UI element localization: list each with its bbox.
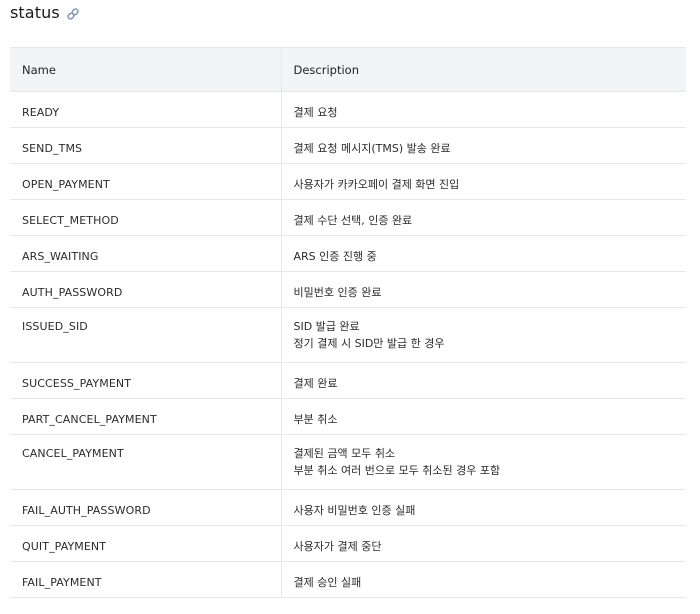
status-table-container: Name Description READY 결제 요청 SEND_TMS 결제 요청… xyxy=(10,47,686,598)
status-name-cell: SUCCESS_PAYMENT xyxy=(10,362,281,399)
status-name-cell: SELECT_METHOD xyxy=(10,199,281,236)
status-name-cell: FAIL_PAYMENT xyxy=(10,561,281,598)
link-icon-glyph xyxy=(67,8,79,20)
status-description-cell: 결제 요청 xyxy=(280,91,686,128)
status-description-cell: ARS 인증 진행 중 xyxy=(280,235,686,272)
table-header-row: Name Description xyxy=(10,47,686,92)
description-line: 비밀번호 인증 완료 xyxy=(293,286,382,299)
status-description-cell: 부분 취소 xyxy=(280,398,686,435)
status-description-cell: 결제 완료 xyxy=(280,362,686,399)
table-row: SEND_TMS 결제 요청 메시지(TMS) 발송 완료 xyxy=(10,127,686,164)
status-description-cell: 결제 요청 메시지(TMS) 발송 완료 xyxy=(280,127,686,164)
table-row: FAIL_AUTH_PASSWORD 사용자 비밀번호 인증 실패 xyxy=(10,489,686,526)
table-row: SUCCESS_PAYMENT 결제 완료 xyxy=(10,362,686,399)
table-row: OPEN_PAYMENT 사용자가 카카오페이 결제 화면 진입 xyxy=(10,163,686,200)
table-row: FAIL_PAYMENT 결제 승인 실패 xyxy=(10,561,686,598)
status-name-cell: PART_CANCEL_PAYMENT xyxy=(10,398,281,435)
status-description-cell: 사용자가 카카오페이 결제 화면 진입 xyxy=(280,163,686,200)
table-row: AUTH_PASSWORD 비밀번호 인증 완료 xyxy=(10,271,686,308)
status-name-cell: SEND_TMS xyxy=(10,127,281,164)
status-description-cell: 결제 수단 선택, 인증 완료 xyxy=(280,199,686,236)
table-row: ARS_WAITING ARS 인증 진행 중 xyxy=(10,235,686,272)
table-row: ISSUED_SID SID 발급 완료 정기 결제 시 SID만 발급 한 경우 xyxy=(10,307,686,363)
description-line: 사용자가 결제 중단 xyxy=(293,540,382,553)
status-name-cell: CANCEL_PAYMENT xyxy=(10,434,281,490)
status-table: Name Description READY 결제 요청 SEND_TMS 결제 요청… xyxy=(10,47,686,598)
status-name-cell: AUTH_PASSWORD xyxy=(10,271,281,308)
column-header-name: Name xyxy=(10,47,281,92)
status-description-cell: 사용자 비밀번호 인증 실패 xyxy=(280,489,686,526)
table-body: READY 결제 요청 SEND_TMS 결제 요청 메시지(TMS) 발송 완료 OP… xyxy=(10,91,686,598)
status-description-cell: 사용자가 결제 중단 xyxy=(280,525,686,562)
status-description-cell: 비밀번호 인증 완료 xyxy=(280,271,686,308)
status-name-cell: QUIT_PAYMENT xyxy=(10,525,281,562)
status-description-cell: 결제 승인 실패 xyxy=(280,561,686,598)
status-name-cell: ARS_WAITING xyxy=(10,235,281,272)
status-name-cell: FAIL_AUTH_PASSWORD xyxy=(10,489,281,526)
status-name-cell: OPEN_PAYMENT xyxy=(10,163,281,200)
table-row: READY 결제 요청 xyxy=(10,91,686,128)
status-description-cell: 결제된 금액 모두 취소부분 취소 여러 번으로 모두 취소된 경우 포함 xyxy=(280,434,686,490)
description-line: ARS 인증 진행 중 xyxy=(293,250,377,263)
description-line: 부분 취소 xyxy=(293,413,338,426)
description-line: 결제 완료 xyxy=(293,377,338,390)
description-line: 결제된 금액 모두 취소 xyxy=(293,447,396,460)
section-title: status xyxy=(10,2,60,22)
description-line: 사용자 비밀번호 인증 실패 xyxy=(293,504,416,517)
description-line: 결제 승인 실패 xyxy=(293,576,362,589)
status-description-cell: SID 발급 완료정기 결제 시 SID만 발급 한 경우 xyxy=(280,307,686,363)
table-row: CANCEL_PAYMENT 결제된 금액 모두 취소 부분 취소 여러 번으로 모… xyxy=(10,434,686,490)
column-header-description: Description xyxy=(280,47,686,92)
section-heading: status xyxy=(10,0,80,24)
description-line: 결제 요청 메시지(TMS) 발송 완료 xyxy=(293,142,451,155)
table-row: QUIT_PAYMENT 사용자가 결제 중단 xyxy=(10,525,686,562)
status-name-cell: ISSUED_SID xyxy=(10,307,281,363)
status-name-cell: READY xyxy=(10,91,281,128)
link-icon[interactable] xyxy=(66,6,80,20)
table-row: PART_CANCEL_PAYMENT 부분 취소 xyxy=(10,398,686,435)
description-line: 사용자가 카카오페이 결제 화면 진입 xyxy=(293,178,460,191)
description-line: 결제 수단 선택, 인증 완료 xyxy=(293,214,413,227)
description-line: SID 발급 완료 xyxy=(293,320,360,333)
description-line: 정기 결제 시 SID만 발급 한 경우 xyxy=(293,337,445,350)
table-row: SELECT_METHOD 결제 수단 선택, 인증 완료 xyxy=(10,199,686,236)
description-line: 부분 취소 여러 번으로 모두 취소된 경우 포함 xyxy=(293,464,501,477)
description-line: 결제 요청 xyxy=(293,106,338,119)
